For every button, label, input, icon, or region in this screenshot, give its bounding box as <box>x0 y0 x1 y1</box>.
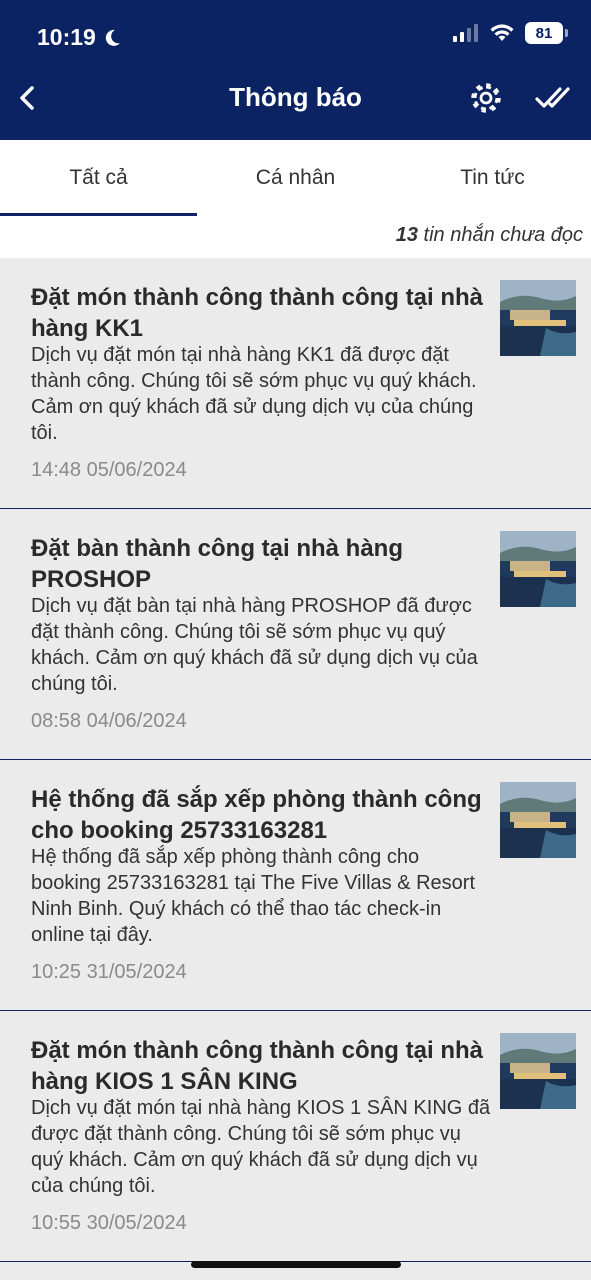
app-header: 10:19 81 Thông báo <box>0 0 591 140</box>
notification-body: Hệ thống đã sắp xếp phòng thành công cho… <box>31 846 475 946</box>
gear-icon[interactable] <box>466 78 506 118</box>
notification-time: 10:25 31/05/2024 <box>31 961 187 983</box>
tab-personal[interactable]: Cá nhân <box>197 140 394 216</box>
tab-all[interactable]: Tất cả <box>0 140 197 216</box>
notification-time: 14:48 05/06/2024 <box>31 459 187 481</box>
mark-all-read-icon[interactable] <box>534 80 572 116</box>
battery-indicator: 81 <box>525 22 568 44</box>
resort-thumbnail <box>500 1033 576 1109</box>
notification-title: Đặt món thành công thành công tại nhà hà… <box>31 284 483 342</box>
resort-thumbnail <box>500 782 576 858</box>
wifi-icon <box>490 24 514 41</box>
resort-thumbnail <box>500 280 576 356</box>
notification-item[interactable]: Đặt bàn thành công tại nhà hàng PROSHOP … <box>0 509 591 760</box>
status-time-text: 10:19 <box>37 24 96 50</box>
notification-time: 08:58 04/06/2024 <box>31 710 187 732</box>
resort-thumbnail <box>500 531 576 607</box>
tab-bar: Tất cả Cá nhân Tin tức <box>0 140 591 216</box>
notification-body: Dịch vụ đặt bàn tại nhà hàng PROSHOP đã … <box>31 595 478 695</box>
notification-title: Hệ thống đã sắp xếp phòng thành công cho… <box>31 786 482 844</box>
tab-news[interactable]: Tin tức <box>394 140 591 216</box>
notification-item[interactable]: Đặt món thành công thành công tại nhà hà… <box>0 1011 591 1262</box>
moon-icon <box>105 29 120 46</box>
notification-list: Đặt món thành công thành công tại nhà hà… <box>0 258 591 1262</box>
unread-count-label: 13 tin nhắn chưa đọc <box>0 216 591 258</box>
status-icons: 81 <box>453 22 568 44</box>
notification-time: 10:55 30/05/2024 <box>31 1212 187 1234</box>
signal-icon <box>453 24 478 42</box>
unread-text: tin nhắn chưa đọc <box>423 224 583 246</box>
status-time: 10:19 <box>37 24 122 51</box>
notification-item[interactable]: Hệ thống đã sắp xếp phòng thành công cho… <box>0 760 591 1011</box>
unread-count: 13 <box>395 224 418 246</box>
notification-body: Dịch vụ đặt món tại nhà hàng KIOS 1 SÂN … <box>31 1097 491 1197</box>
home-indicator[interactable] <box>191 1261 401 1268</box>
notification-item[interactable]: Đặt món thành công thành công tại nhà hà… <box>0 258 591 509</box>
notification-title: Đặt món thành công thành công tại nhà hà… <box>31 1037 483 1095</box>
notification-title: Đặt bàn thành công tại nhà hàng PROSHOP <box>31 535 403 593</box>
notification-body: Dịch vụ đặt món tại nhà hàng KK1 đã được… <box>31 344 477 444</box>
